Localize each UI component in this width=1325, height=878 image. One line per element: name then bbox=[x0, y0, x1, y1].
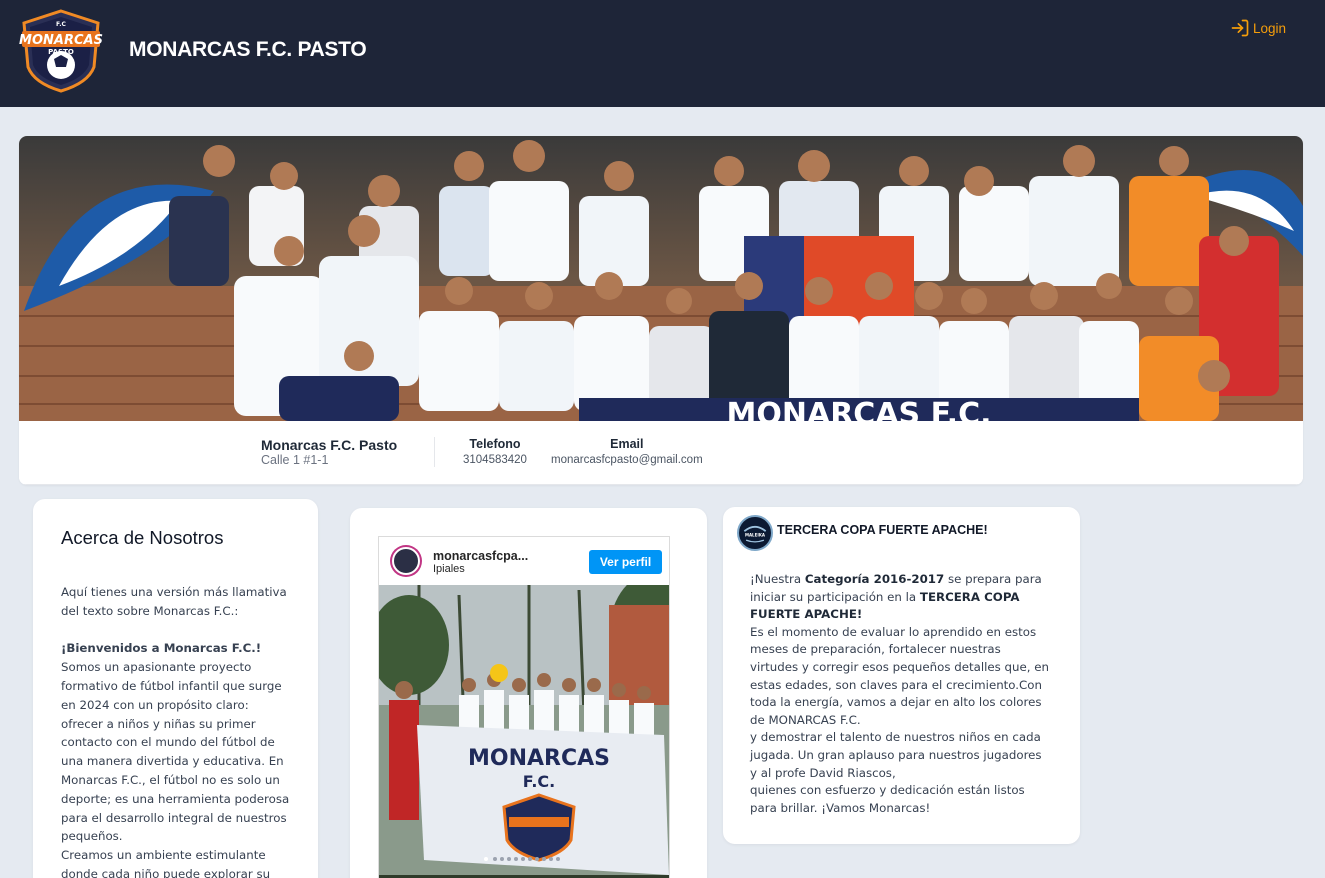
email-label: Email bbox=[610, 437, 644, 451]
about-body-1: Somos un apasionante proyecto formativo … bbox=[61, 660, 290, 844]
post-paragraph-3: y demostrar el talento de nuestros niños… bbox=[750, 730, 1042, 780]
about-body-2: Creamos un ambiente estimulante donde ca… bbox=[61, 848, 271, 878]
login-link[interactable]: Login bbox=[1230, 18, 1286, 38]
logo-sub-text: PASTO bbox=[48, 48, 74, 56]
banner-flag-text: MONARCAS F.C. bbox=[727, 397, 992, 421]
phone-value: 3104583420 bbox=[463, 454, 527, 466]
news-post-card: MALEIKA TERCERA COPA FUERTE APACHE! ¡Nue… bbox=[723, 507, 1080, 844]
email-value[interactable]: monarcasfcpasto@gmail.com bbox=[551, 454, 703, 466]
club-logo[interactable]: F.C MONARCAS PASTO bbox=[18, 9, 104, 93]
post-paragraph-1: ¡Nuestra Categoría 2016-2017 se prepara … bbox=[750, 572, 1042, 622]
about-welcome: ¡Bienvenidos a Monarcas F.C.! bbox=[61, 641, 262, 656]
post-avatar[interactable]: MALEIKA bbox=[737, 515, 773, 551]
instagram-avatar[interactable] bbox=[390, 545, 422, 577]
instagram-embed[interactable]: monarcasfcpa... Ipiales Ver perfil MONAR… bbox=[378, 536, 670, 878]
about-text: Aquí tienes una versión más llamativa de… bbox=[61, 583, 290, 878]
view-profile-button[interactable]: Ver perfil bbox=[589, 550, 662, 574]
about-card: Acerca de Nosotros Aquí tienes una versi… bbox=[33, 499, 318, 878]
club-info-strip: Monarcas F.C. Pasto Calle 1 #1-1 Telefon… bbox=[19, 421, 1303, 485]
team-banner-photo: MONARCAS F.C. bbox=[19, 136, 1303, 421]
logo-fc-text: F.C bbox=[56, 21, 66, 28]
about-intro: Aquí tienes una versión más llamativa de… bbox=[61, 585, 287, 618]
logo-main-text: MONARCAS bbox=[19, 33, 103, 48]
instagram-flag-subtext: F.C. bbox=[523, 772, 555, 791]
login-label: Login bbox=[1253, 20, 1287, 36]
instagram-location[interactable]: Ipiales bbox=[433, 563, 465, 575]
login-icon bbox=[1231, 19, 1249, 37]
club-card: MONARCAS F.C. Monarcas F.C. Pasto Calle … bbox=[19, 136, 1303, 485]
instagram-username[interactable]: monarcasfcpa... bbox=[433, 549, 528, 563]
top-navbar: F.C MONARCAS PASTO MONARCAS F.C. PASTO L… bbox=[0, 0, 1325, 107]
instagram-post-photo[interactable]: MONARCAS F.C. bbox=[379, 585, 669, 878]
team-photo-image: MONARCAS F.C. bbox=[19, 136, 1303, 421]
post-body: ¡Nuestra Categoría 2016-2017 se prepara … bbox=[750, 571, 1050, 817]
club-name: Monarcas F.C. Pasto bbox=[261, 437, 398, 453]
club-address: Calle 1 #1-1 bbox=[261, 453, 329, 467]
phone-info: Telefono 3104583420 bbox=[463, 437, 527, 466]
email-info: Email monarcasfcpasto@gmail.com bbox=[551, 437, 703, 466]
instagram-flag-text: MONARCAS bbox=[468, 746, 610, 771]
site-title[interactable]: MONARCAS F.C. PASTO bbox=[129, 38, 367, 62]
about-title: Acerca de Nosotros bbox=[61, 527, 224, 548]
phone-label: Telefono bbox=[469, 437, 521, 451]
post-paragraph-2: Es el momento de evaluar lo aprendido en… bbox=[750, 624, 1049, 727]
instagram-photo-image: MONARCAS F.C. bbox=[379, 585, 669, 878]
info-divider bbox=[434, 437, 435, 467]
instagram-card: monarcasfcpa... Ipiales Ver perfil MONAR… bbox=[350, 508, 707, 878]
post-avatar-text: MALEIKA bbox=[745, 533, 766, 538]
post-title: TERCERA COPA FUERTE APACHE! bbox=[777, 523, 988, 537]
post-paragraph-4: quienes con esfuerzo y dedicación están … bbox=[750, 783, 1025, 815]
